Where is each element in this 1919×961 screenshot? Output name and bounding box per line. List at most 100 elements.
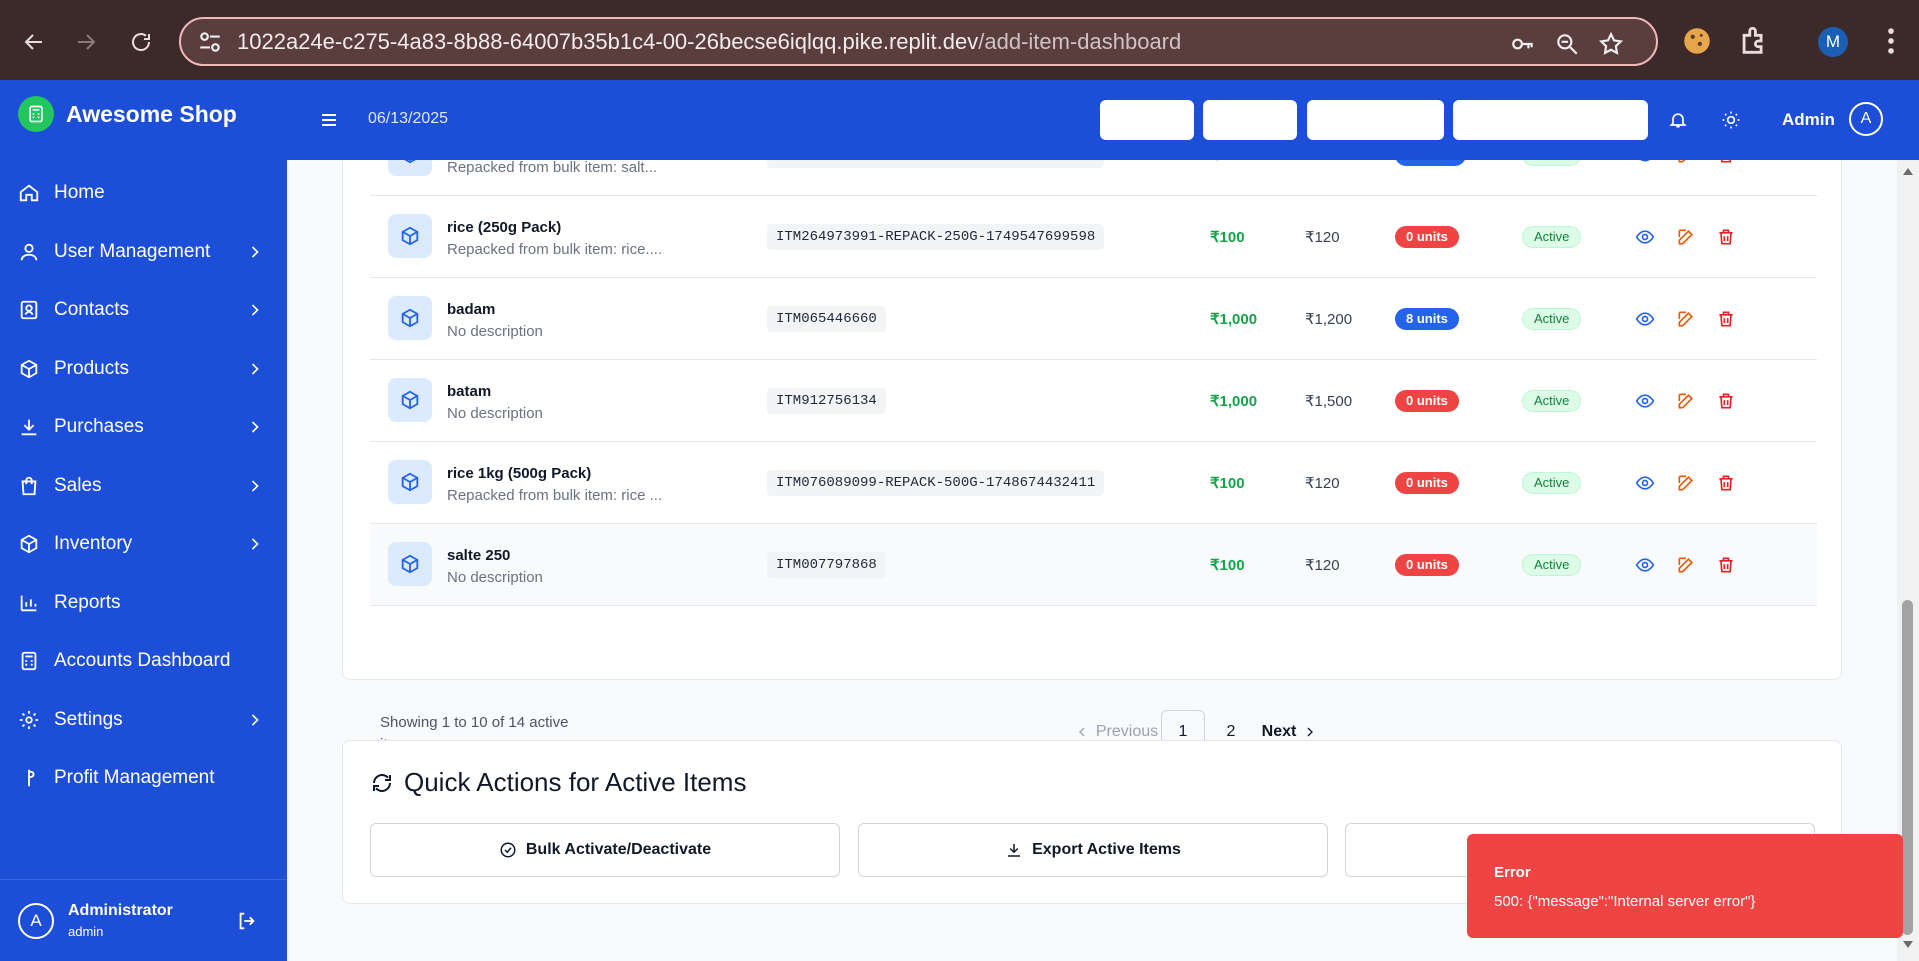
item-description: Repacked from bulk item: rice.... [447, 241, 663, 258]
item-cost: ₹100 [1210, 160, 1245, 164]
export-active-button[interactable]: Export Active Items [858, 823, 1328, 877]
sidebar-item-sales[interactable]: Sales [0, 457, 287, 516]
sidebar-item-label: Reports [54, 591, 121, 613]
edit-icon[interactable] [1676, 227, 1696, 247]
stock-badge: 0 units [1395, 554, 1459, 576]
eye-icon[interactable] [1635, 555, 1655, 575]
bulk-activate-button[interactable]: Bulk Activate/Deactivate [370, 823, 840, 877]
package-icon [388, 296, 432, 340]
bell-icon[interactable] [1668, 110, 1688, 130]
item-description: No description [447, 569, 543, 586]
profile-avatar[interactable]: M [1818, 27, 1848, 57]
sidebar-item-user-management[interactable]: User Management [0, 223, 287, 282]
chevron-right-icon [1307, 727, 1314, 737]
sidebar: Awesome Shop Home User Management Contacts… [0, 80, 287, 961]
bulk-activate-label: Bulk Activate/Deactivate [525, 841, 712, 858]
sidebar-item-contacts[interactable]: Contacts [0, 281, 287, 340]
quick-actions-heading: Quick Actions for Active Items [370, 767, 746, 798]
eye-icon[interactable] [1635, 227, 1655, 247]
more-menu-icon[interactable] [1874, 24, 1908, 58]
item-description: No description [447, 405, 543, 422]
sidebar-item-settings[interactable]: Settings [0, 691, 287, 750]
site-settings-icon[interactable] [197, 29, 223, 55]
item-price: ₹120 [1305, 475, 1340, 492]
scroll-down-icon[interactable] [1902, 940, 1914, 950]
table-row[interactable]: Repacked from bulk item: salt... ITM00779… [370, 160, 1817, 196]
sidebar-item-label: Settings [54, 708, 123, 730]
extensions-icon[interactable] [1737, 24, 1771, 58]
trash-icon[interactable] [1716, 309, 1736, 329]
bar-chart-icon [20, 595, 37, 611]
eye-icon[interactable] [1635, 160, 1655, 165]
brand[interactable]: Awesome Shop [18, 96, 237, 132]
user-box: A Administrator admin [0, 879, 287, 961]
edit-icon[interactable] [1676, 391, 1696, 411]
trash-icon[interactable] [1716, 160, 1736, 165]
cookie-extension-icon[interactable] [1680, 24, 1714, 58]
sidebar-item-accounts-dashboard[interactable]: Accounts Dashboard [0, 632, 287, 691]
table-row[interactable]: rice (250g Pack) Repacked from bulk item:… [370, 196, 1817, 278]
check-circle-icon [500, 842, 516, 858]
admin-label[interactable]: Admin [1782, 110, 1835, 130]
table-row[interactable]: rice 1kg (500g Pack) Repacked from bulk i… [370, 442, 1817, 524]
sidebar-item-inventory[interactable]: Inventory [0, 515, 287, 574]
edit-icon[interactable] [1676, 555, 1696, 575]
edit-icon[interactable] [1676, 473, 1696, 493]
logout-icon[interactable] [236, 910, 258, 932]
chevron-right-icon [251, 245, 259, 258]
admin-avatar[interactable]: A [1849, 102, 1883, 136]
eye-icon[interactable] [1635, 391, 1655, 411]
topbar-button-4[interactable] [1453, 100, 1648, 140]
topbar-button-3[interactable] [1307, 100, 1444, 140]
eye-icon[interactable] [1635, 309, 1655, 329]
sun-icon[interactable] [1721, 110, 1741, 130]
edit-icon[interactable] [1676, 160, 1696, 165]
item-price: ₹120 [1305, 557, 1340, 574]
scroll-up-icon[interactable] [1902, 166, 1914, 176]
chevron-right-icon [251, 362, 259, 375]
sidebar-item-home[interactable]: Home [0, 164, 287, 223]
edit-icon[interactable] [1676, 309, 1696, 329]
chevron-right-icon [251, 713, 259, 726]
trash-icon[interactable] [1716, 555, 1736, 575]
back-icon[interactable] [14, 22, 54, 62]
sidebar-nav: Home User Management Contacts Products Purch… [0, 164, 287, 808]
item-cost: ₹1,000 [1210, 311, 1258, 328]
sidebar-item-reports[interactable]: Reports [0, 574, 287, 633]
status-badge: Active [1522, 554, 1582, 576]
package-icon [388, 542, 432, 586]
sidebar-item-label: User Management [54, 240, 211, 262]
scrollbar-thumb[interactable] [1902, 600, 1913, 935]
table-row[interactable]: batam No description ITM912756134 ₹1,000 ₹1,… [370, 360, 1817, 442]
item-price: ₹120 [1305, 229, 1340, 246]
hamburger-menu-icon[interactable] [317, 108, 341, 132]
zoom-icon[interactable] [1554, 31, 1580, 57]
table-row[interactable]: badam No description ITM065446660 ₹1,000 ₹1,… [370, 278, 1817, 360]
package-icon [388, 160, 432, 176]
topbar-button-2[interactable] [1203, 100, 1297, 140]
eye-icon[interactable] [1635, 473, 1655, 493]
trash-icon[interactable] [1716, 227, 1736, 247]
forward-icon[interactable] [66, 22, 106, 62]
trash-icon[interactable] [1716, 473, 1736, 493]
address-bar[interactable]: 1022a24e-c275-4a83-8b88-64007b35b1c4-00-… [179, 17, 1658, 66]
stock-badge: 8 units [1395, 308, 1459, 330]
download-icon [1008, 844, 1021, 857]
error-toast[interactable]: Error 500: {"message":"Internal server e… [1467, 834, 1903, 938]
topbar-button-1[interactable] [1100, 100, 1194, 140]
trash-icon[interactable] [1716, 391, 1736, 411]
reload-icon[interactable] [121, 22, 161, 62]
sidebar-item-purchases[interactable]: Purchases [0, 398, 287, 457]
item-description: Repacked from bulk item: salt... [447, 160, 658, 176]
sidebar-item-label: Home [54, 182, 105, 204]
sidebar-item-label: Purchases [54, 416, 144, 438]
stock-badge: 0 units [1395, 390, 1459, 412]
chevron-left-icon [1078, 727, 1085, 737]
sidebar-item-products[interactable]: Products [0, 340, 287, 399]
bookmark-star-icon[interactable] [1598, 31, 1624, 57]
sidebar-item-profit-management[interactable]: Profit Management [0, 749, 287, 808]
key-icon[interactable] [1510, 31, 1536, 57]
table-row[interactable]: salte 250 No description ITM007797868 ₹100 ₹… [370, 524, 1817, 606]
quick-actions-title: Quick Actions for Active Items [404, 767, 747, 797]
package-icon [388, 378, 432, 422]
